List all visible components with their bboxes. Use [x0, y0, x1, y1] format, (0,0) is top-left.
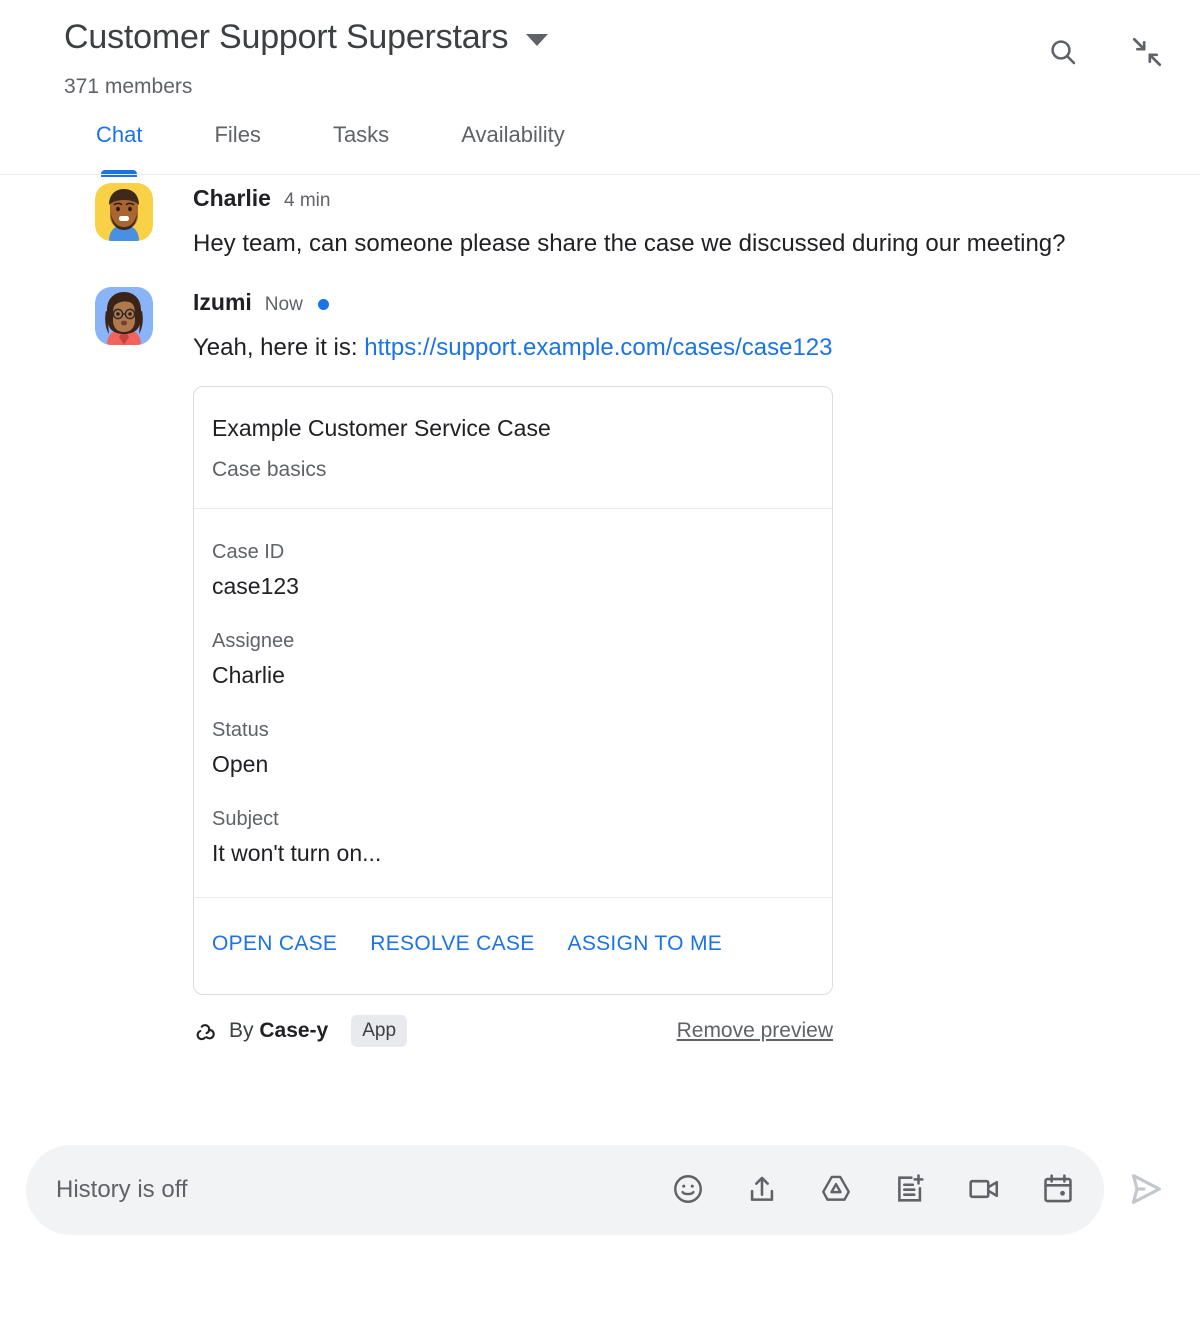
room-header: Customer Support Superstars 371 members: [0, 0, 1200, 175]
resolve-case-button[interactable]: RESOLVE CASE: [370, 932, 534, 956]
composer-bar: [0, 1140, 1200, 1336]
card-attribution: By Case-y App Remove preview: [193, 1015, 833, 1047]
calendar-icon: [1041, 1172, 1075, 1209]
card-title: Example Customer Service Case: [212, 415, 551, 441]
message-timestamp: 4 min: [283, 190, 331, 211]
open-case-button[interactable]: OPEN CASE: [212, 932, 337, 956]
chevron-down-icon[interactable]: [526, 34, 549, 46]
card-subtitle: Case basics: [212, 458, 327, 481]
emoji-button[interactable]: [670, 1172, 706, 1208]
tab-files[interactable]: Files: [214, 118, 260, 149]
card-actions: OPEN CASE RESOLVE CASE ASSIGN TO ME: [194, 898, 832, 994]
search-icon: [1047, 36, 1079, 68]
video-call-icon: [967, 1172, 1001, 1209]
tab-chat[interactable]: Chat: [96, 118, 142, 149]
app-badge: App: [351, 1015, 408, 1047]
field-label: Assignee: [212, 630, 295, 652]
field-label: Subject: [212, 808, 279, 830]
message-item: Charlie 4 min Hey team, can someone plea…: [0, 183, 1200, 265]
message-list: Charlie 4 min Hey team, can someone plea…: [0, 175, 1200, 1140]
tab-tasks[interactable]: Tasks: [333, 118, 389, 149]
card-header: Example Customer Service Case Case basic…: [194, 387, 832, 509]
message-item: Izumi Now Yeah, here it is: https://supp…: [0, 287, 1200, 1047]
case-preview-card: Example Customer Service Case Case basic…: [193, 386, 833, 995]
field-value: Charlie: [212, 662, 285, 688]
unread-dot-icon: [317, 298, 329, 310]
collapse-icon: [1130, 35, 1164, 69]
chat-room-panel: Customer Support Superstars 371 members: [0, 0, 1200, 1336]
message-body: Charlie 4 min Hey team, can someone plea…: [95, 183, 1200, 265]
collapse-button[interactable]: [1128, 33, 1166, 71]
composer-icon-row: [670, 1172, 1082, 1208]
room-title-row[interactable]: Customer Support Superstars: [64, 16, 549, 58]
avatar[interactable]: [95, 287, 153, 345]
upload-icon: [745, 1172, 779, 1209]
search-button[interactable]: [1044, 33, 1082, 71]
remove-preview-button[interactable]: Remove preview: [677, 1019, 833, 1043]
message-text-prefix: Yeah, here it is:: [193, 334, 365, 361]
drive-button[interactable]: [818, 1172, 854, 1208]
attribution-left: By Case-y App: [193, 1015, 408, 1047]
field-label: Case ID: [212, 541, 285, 563]
upload-button[interactable]: [744, 1172, 780, 1208]
card-field-assignee: Assignee Charlie: [212, 628, 814, 691]
emoji-icon: [671, 1172, 705, 1209]
avatar[interactable]: [95, 183, 153, 241]
assign-to-me-button[interactable]: ASSIGN TO ME: [568, 932, 723, 956]
attribution-text: By Case-y: [229, 1017, 328, 1045]
message-timestamp: Now: [264, 294, 303, 315]
tab-availability[interactable]: Availability: [461, 118, 565, 149]
member-count-label: 371 members: [64, 75, 193, 98]
calendar-button[interactable]: [1040, 1172, 1076, 1208]
message-text: Yeah, here it is: https://support.exampl…: [193, 327, 1093, 369]
field-value: It won't turn on...: [212, 840, 382, 866]
card-field-case-id: Case ID case123: [212, 539, 814, 602]
video-call-button[interactable]: [966, 1172, 1002, 1208]
message-body: Izumi Now Yeah, here it is: https://supp…: [95, 287, 1200, 1047]
field-value: case123: [212, 573, 299, 599]
webhook-icon: [193, 1019, 218, 1044]
message-link[interactable]: https://support.example.com/cases/case12…: [364, 334, 832, 361]
message-text: Hey team, can someone please share the c…: [193, 230, 1066, 257]
tab-bar: Chat Files Tasks Availability: [0, 118, 1200, 175]
send-icon: [1126, 1169, 1166, 1212]
message-author: Charlie: [193, 185, 271, 211]
add-note-icon: [893, 1172, 927, 1209]
card-fields: Case ID case123 Assignee Charlie Status …: [194, 509, 832, 898]
drive-icon: [819, 1172, 853, 1209]
attribution-app-name: Case-y: [259, 1019, 329, 1042]
page-title: Customer Support Superstars: [64, 18, 509, 56]
message-author: Izumi: [193, 289, 252, 315]
message-input[interactable]: [56, 1174, 670, 1206]
add-note-button[interactable]: [892, 1172, 928, 1208]
card-field-status: Status Open: [212, 717, 814, 780]
message-meta: Izumi Now: [193, 287, 1200, 321]
field-value: Open: [212, 751, 269, 777]
field-label: Status: [212, 719, 269, 741]
send-button[interactable]: [1118, 1162, 1174, 1218]
header-actions: [1044, 33, 1166, 71]
attribution-by-label: By: [229, 1019, 260, 1042]
composer-field-wrap[interactable]: [26, 1145, 1104, 1235]
message-meta: Charlie 4 min: [193, 183, 1200, 217]
card-field-subject: Subject It won't turn on...: [212, 806, 814, 869]
